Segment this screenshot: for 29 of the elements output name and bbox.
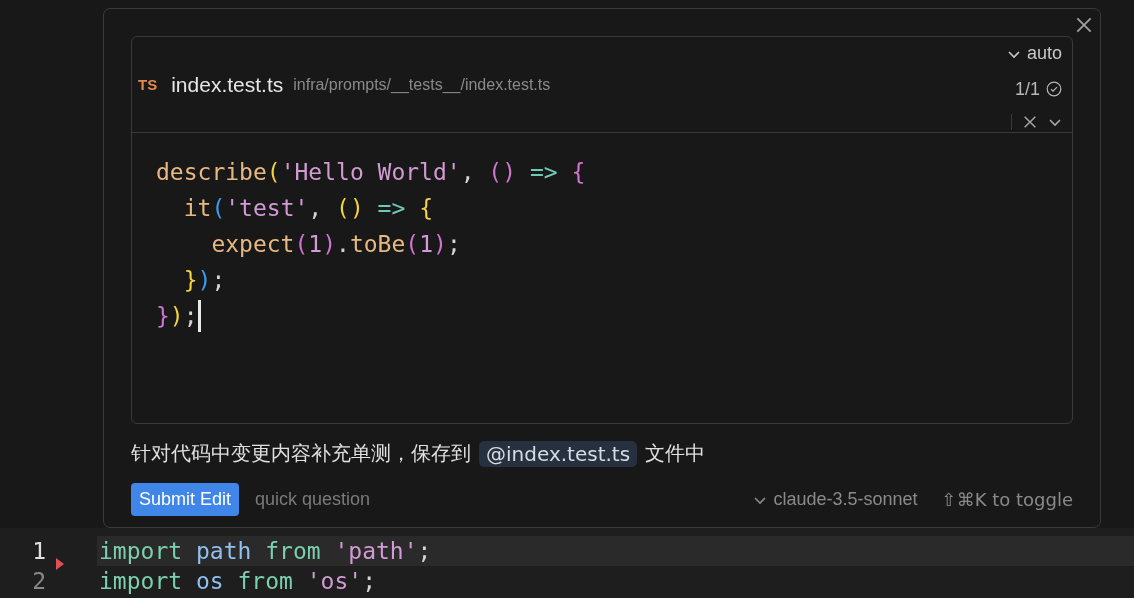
language-label: TS (138, 76, 158, 93)
model-selector[interactable]: claude-3.5-sonnet (753, 489, 918, 510)
quick-question-button[interactable]: quick question (255, 489, 754, 510)
code-line: describe('Hello World', () => { (156, 158, 586, 187)
code-line: it('test', () => { (182, 194, 433, 223)
line-number: 1 (31, 538, 46, 564)
check-circle-icon (1046, 81, 1062, 97)
text-cursor (197, 300, 201, 332)
prompt-text: 文件中 (645, 440, 706, 467)
code-line: }); (156, 302, 198, 331)
file-mention[interactable]: @index.test.ts (479, 440, 638, 467)
reject-button[interactable] (1022, 114, 1038, 130)
file-path: infra/prompts/__tests__/index.test.ts (293, 75, 552, 94)
code-line: }); (182, 266, 226, 295)
code-line: expect(1).toBe(1); (210, 230, 461, 259)
line-number: 2 (31, 568, 46, 594)
shortcut-hint: ⇧⌘K to toggle (941, 489, 1073, 510)
prompt-text: 针对代码中变更内容补充单测，保存到 (131, 440, 471, 467)
code-line: import os from 'os'; (98, 567, 377, 596)
chevron-down-icon (1006, 48, 1021, 59)
collapse-button[interactable] (1048, 117, 1062, 127)
file-name: index.test.ts (171, 72, 284, 97)
mode-dropdown[interactable]: auto (1006, 43, 1062, 64)
chevron-down-icon (753, 494, 768, 505)
close-icon (1074, 15, 1094, 35)
close-icon (1022, 114, 1038, 130)
submit-edit-button[interactable]: Submit Edit (131, 483, 240, 516)
chevron-down-icon (1048, 117, 1062, 127)
diff-count: 1/1 (1014, 78, 1062, 100)
